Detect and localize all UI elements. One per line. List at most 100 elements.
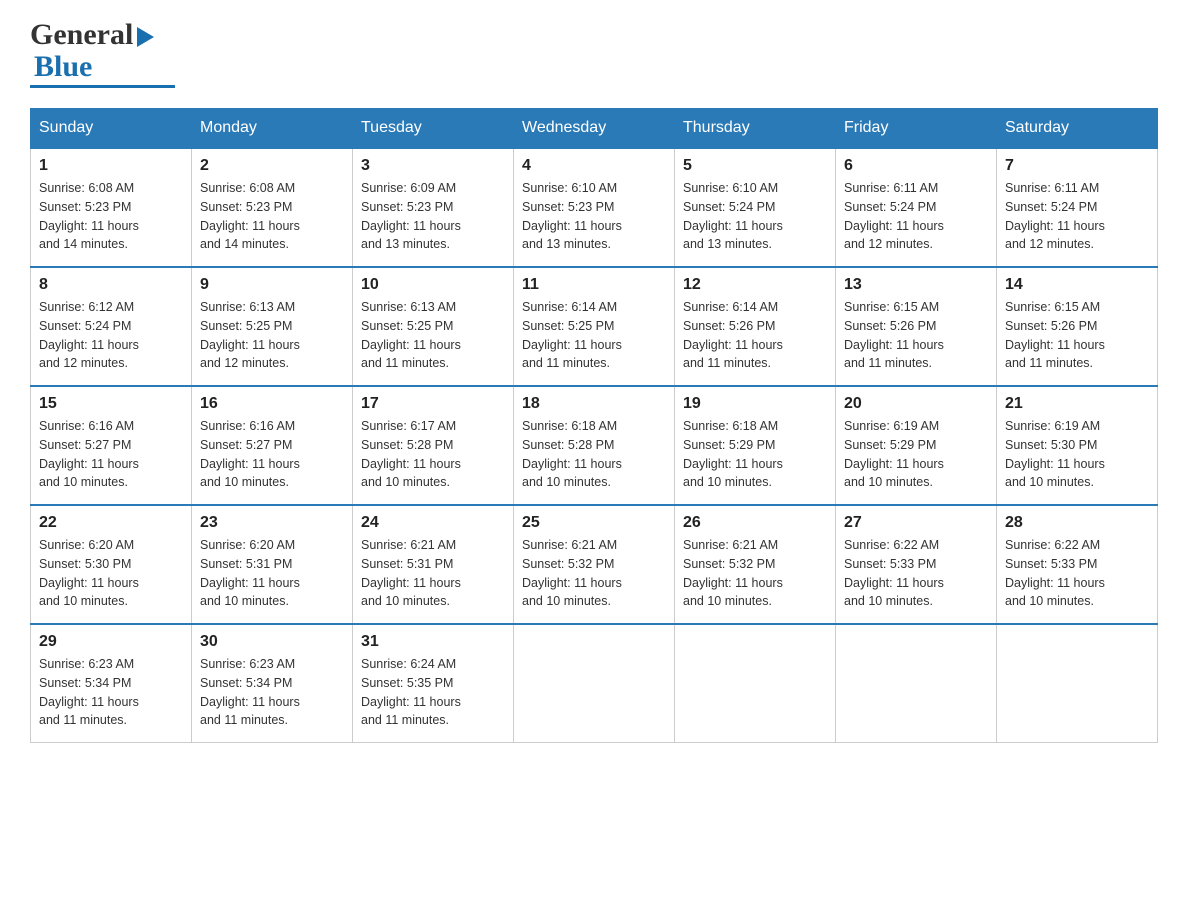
header-monday: Monday <box>192 109 353 149</box>
day-info: Sunrise: 6:13 AMSunset: 5:25 PMDaylight:… <box>200 298 344 373</box>
day-info: Sunrise: 6:18 AMSunset: 5:28 PMDaylight:… <box>522 417 666 492</box>
calendar-cell: 5 Sunrise: 6:10 AMSunset: 5:24 PMDaylight… <box>675 148 836 267</box>
day-number: 3 <box>361 157 505 175</box>
logo: General Blue <box>30 20 175 88</box>
day-info: Sunrise: 6:20 AMSunset: 5:30 PMDaylight:… <box>39 536 183 611</box>
week-row-5: 29 Sunrise: 6:23 AMSunset: 5:34 PMDayligh… <box>31 624 1158 743</box>
day-number: 26 <box>683 514 827 532</box>
day-number: 2 <box>200 157 344 175</box>
day-number: 10 <box>361 276 505 294</box>
calendar-cell: 8 Sunrise: 6:12 AMSunset: 5:24 PMDaylight… <box>31 267 192 386</box>
calendar-cell: 29 Sunrise: 6:23 AMSunset: 5:34 PMDayligh… <box>31 624 192 743</box>
day-info: Sunrise: 6:14 AMSunset: 5:25 PMDaylight:… <box>522 298 666 373</box>
day-number: 4 <box>522 157 666 175</box>
day-number: 12 <box>683 276 827 294</box>
day-info: Sunrise: 6:24 AMSunset: 5:35 PMDaylight:… <box>361 655 505 730</box>
day-info: Sunrise: 6:08 AMSunset: 5:23 PMDaylight:… <box>200 179 344 254</box>
day-info: Sunrise: 6:11 AMSunset: 5:24 PMDaylight:… <box>844 179 988 254</box>
day-info: Sunrise: 6:22 AMSunset: 5:33 PMDaylight:… <box>1005 536 1149 611</box>
calendar-cell: 18 Sunrise: 6:18 AMSunset: 5:28 PMDayligh… <box>514 386 675 505</box>
day-info: Sunrise: 6:12 AMSunset: 5:24 PMDaylight:… <box>39 298 183 373</box>
day-info: Sunrise: 6:23 AMSunset: 5:34 PMDaylight:… <box>39 655 183 730</box>
day-number: 16 <box>200 395 344 413</box>
day-number: 21 <box>1005 395 1149 413</box>
week-row-4: 22Sunrise: 6:20 AMSunset: 5:30 PMDayligh… <box>31 505 1158 624</box>
day-info: Sunrise: 6:13 AMSunset: 5:25 PMDaylight:… <box>361 298 505 373</box>
day-number: 31 <box>361 633 505 651</box>
day-info: Sunrise: 6:10 AMSunset: 5:23 PMDaylight:… <box>522 179 666 254</box>
day-info: Sunrise: 6:15 AMSunset: 5:26 PMDaylight:… <box>844 298 988 373</box>
calendar-cell: 2 Sunrise: 6:08 AMSunset: 5:23 PMDaylight… <box>192 148 353 267</box>
day-number: 6 <box>844 157 988 175</box>
day-info: Sunrise: 6:15 AMSunset: 5:26 PMDaylight:… <box>1005 298 1149 373</box>
day-number: 25 <box>522 514 666 532</box>
day-number: 29 <box>39 633 183 651</box>
header-tuesday: Tuesday <box>353 109 514 149</box>
day-number: 13 <box>844 276 988 294</box>
day-number: 24 <box>361 514 505 532</box>
day-number: 27 <box>844 514 988 532</box>
calendar-cell: 17Sunrise: 6:17 AMSunset: 5:28 PMDayligh… <box>353 386 514 505</box>
day-number: 11 <box>522 276 666 294</box>
calendar-cell: 30Sunrise: 6:23 AMSunset: 5:34 PMDayligh… <box>192 624 353 743</box>
day-info: Sunrise: 6:18 AMSunset: 5:29 PMDaylight:… <box>683 417 827 492</box>
calendar-cell: 28 Sunrise: 6:22 AMSunset: 5:33 PMDayligh… <box>997 505 1158 624</box>
day-number: 28 <box>1005 514 1149 532</box>
logo-row2: Blue <box>30 52 175 82</box>
calendar-cell: 25 Sunrise: 6:21 AMSunset: 5:32 PMDayligh… <box>514 505 675 624</box>
day-info: Sunrise: 6:19 AMSunset: 5:30 PMDaylight:… <box>1005 417 1149 492</box>
day-number: 5 <box>683 157 827 175</box>
calendar-cell: 13 Sunrise: 6:15 AMSunset: 5:26 PMDayligh… <box>836 267 997 386</box>
day-info: Sunrise: 6:21 AMSunset: 5:32 PMDaylight:… <box>522 536 666 611</box>
day-number: 23 <box>200 514 344 532</box>
calendar-cell: 3 Sunrise: 6:09 AMSunset: 5:23 PMDaylight… <box>353 148 514 267</box>
calendar-cell: 31 Sunrise: 6:24 AMSunset: 5:35 PMDayligh… <box>353 624 514 743</box>
calendar-cell: 7Sunrise: 6:11 AMSunset: 5:24 PMDaylight… <box>997 148 1158 267</box>
day-number: 14 <box>1005 276 1149 294</box>
header-wednesday: Wednesday <box>514 109 675 149</box>
day-info: Sunrise: 6:09 AMSunset: 5:23 PMDaylight:… <box>361 179 505 254</box>
logo-underline <box>30 85 175 88</box>
day-info: Sunrise: 6:16 AMSunset: 5:27 PMDaylight:… <box>200 417 344 492</box>
calendar-cell <box>997 624 1158 743</box>
week-row-1: 1Sunrise: 6:08 AMSunset: 5:23 PMDaylight… <box>31 148 1158 267</box>
day-number: 7 <box>1005 157 1149 175</box>
calendar-cell <box>836 624 997 743</box>
day-info: Sunrise: 6:22 AMSunset: 5:33 PMDaylight:… <box>844 536 988 611</box>
header-sunday: Sunday <box>31 109 192 149</box>
calendar-cell: 10 Sunrise: 6:13 AMSunset: 5:25 PMDayligh… <box>353 267 514 386</box>
day-number: 15 <box>39 395 183 413</box>
week-row-3: 15 Sunrise: 6:16 AMSunset: 5:27 PMDayligh… <box>31 386 1158 505</box>
day-number: 18 <box>522 395 666 413</box>
day-info: Sunrise: 6:14 AMSunset: 5:26 PMDaylight:… <box>683 298 827 373</box>
logo-row1: General <box>30 20 175 50</box>
day-info: Sunrise: 6:19 AMSunset: 5:29 PMDaylight:… <box>844 417 988 492</box>
calendar-cell: 15 Sunrise: 6:16 AMSunset: 5:27 PMDayligh… <box>31 386 192 505</box>
calendar-cell: 11 Sunrise: 6:14 AMSunset: 5:25 PMDayligh… <box>514 267 675 386</box>
calendar-cell: 23Sunrise: 6:20 AMSunset: 5:31 PMDayligh… <box>192 505 353 624</box>
logo-triangle-icon <box>137 27 154 47</box>
header-thursday: Thursday <box>675 109 836 149</box>
day-number: 9 <box>200 276 344 294</box>
calendar-cell: 9 Sunrise: 6:13 AMSunset: 5:25 PMDaylight… <box>192 267 353 386</box>
page-header: General Blue <box>30 20 1158 88</box>
logo-general: General <box>30 18 133 51</box>
day-info: Sunrise: 6:10 AMSunset: 5:24 PMDaylight:… <box>683 179 827 254</box>
day-info: Sunrise: 6:17 AMSunset: 5:28 PMDaylight:… <box>361 417 505 492</box>
week-row-2: 8 Sunrise: 6:12 AMSunset: 5:24 PMDaylight… <box>31 267 1158 386</box>
calendar-table: SundayMondayTuesdayWednesdayThursdayFrid… <box>30 108 1158 743</box>
day-number: 8 <box>39 276 183 294</box>
calendar-cell: 21 Sunrise: 6:19 AMSunset: 5:30 PMDayligh… <box>997 386 1158 505</box>
day-info: Sunrise: 6:21 AMSunset: 5:32 PMDaylight:… <box>683 536 827 611</box>
calendar-cell: 19Sunrise: 6:18 AMSunset: 5:29 PMDayligh… <box>675 386 836 505</box>
calendar-cell: 24 Sunrise: 6:21 AMSunset: 5:31 PMDayligh… <box>353 505 514 624</box>
day-info: Sunrise: 6:08 AMSunset: 5:23 PMDaylight:… <box>39 179 183 254</box>
header-row: SundayMondayTuesdayWednesdayThursdayFrid… <box>31 109 1158 149</box>
logo-blue: Blue <box>34 50 92 83</box>
day-info: Sunrise: 6:23 AMSunset: 5:34 PMDaylight:… <box>200 655 344 730</box>
calendar-cell <box>514 624 675 743</box>
day-info: Sunrise: 6:21 AMSunset: 5:31 PMDaylight:… <box>361 536 505 611</box>
day-info: Sunrise: 6:16 AMSunset: 5:27 PMDaylight:… <box>39 417 183 492</box>
calendar-cell: 20Sunrise: 6:19 AMSunset: 5:29 PMDayligh… <box>836 386 997 505</box>
calendar-cell: 22Sunrise: 6:20 AMSunset: 5:30 PMDayligh… <box>31 505 192 624</box>
